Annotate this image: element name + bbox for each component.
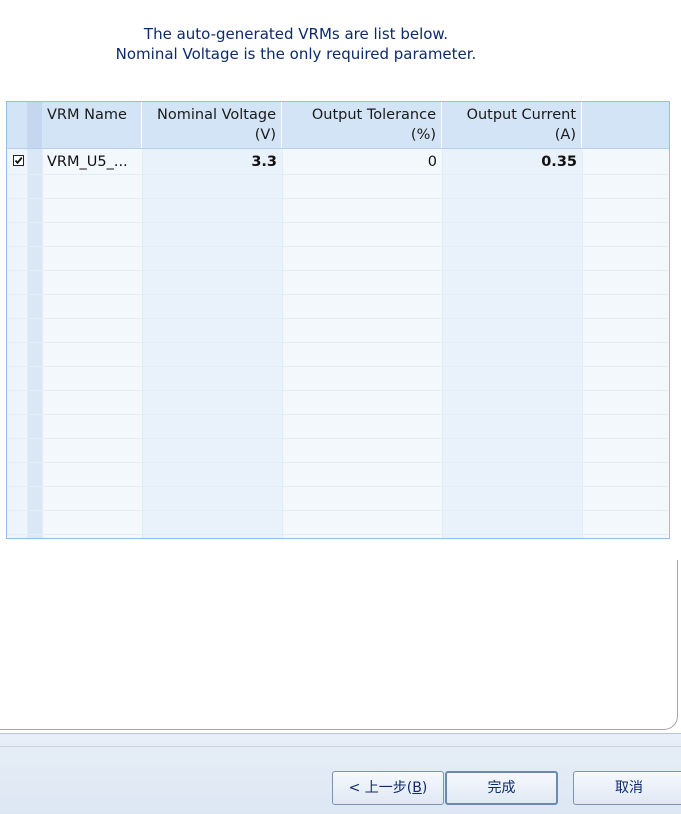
wizard-footer: < 上一步(B) 完成 取消 (0, 733, 681, 814)
cell-vrm-name[interactable]: VRM_U5_... (42, 150, 142, 174)
checkmark-icon (14, 157, 23, 165)
column-header-vrm-name[interactable]: VRM Name (42, 102, 142, 148)
back-button[interactable]: < 上一步(B) (332, 771, 444, 805)
column-header-output-current[interactable]: Output Current (A) (442, 102, 582, 148)
cell-output-current[interactable]: 0.35 (442, 150, 582, 174)
column-header-nominal-voltage[interactable]: Nominal Voltage (V) (142, 102, 282, 148)
wizard-panel-border (0, 560, 678, 730)
row-checkbox[interactable] (13, 155, 24, 166)
vrm-grid: VRM Name Nominal Voltage (V) Output Tole… (6, 101, 670, 539)
column-header-output-tolerance[interactable]: Output Tolerance (%) (282, 102, 442, 148)
cancel-button[interactable]: 取消 (573, 771, 681, 805)
grid-header: VRM Name Nominal Voltage (V) Output Tole… (7, 102, 669, 149)
instructions: The auto-generated VRMs are list below. … (0, 24, 592, 64)
instructions-line-1: The auto-generated VRMs are list below. (143, 25, 449, 43)
instructions-line-2: Nominal Voltage is the only required par… (115, 45, 477, 63)
cell-nominal-voltage[interactable]: 3.3 (142, 150, 282, 174)
finish-button[interactable]: 完成 (445, 771, 558, 805)
cell-output-tolerance[interactable]: 0 (282, 150, 442, 174)
